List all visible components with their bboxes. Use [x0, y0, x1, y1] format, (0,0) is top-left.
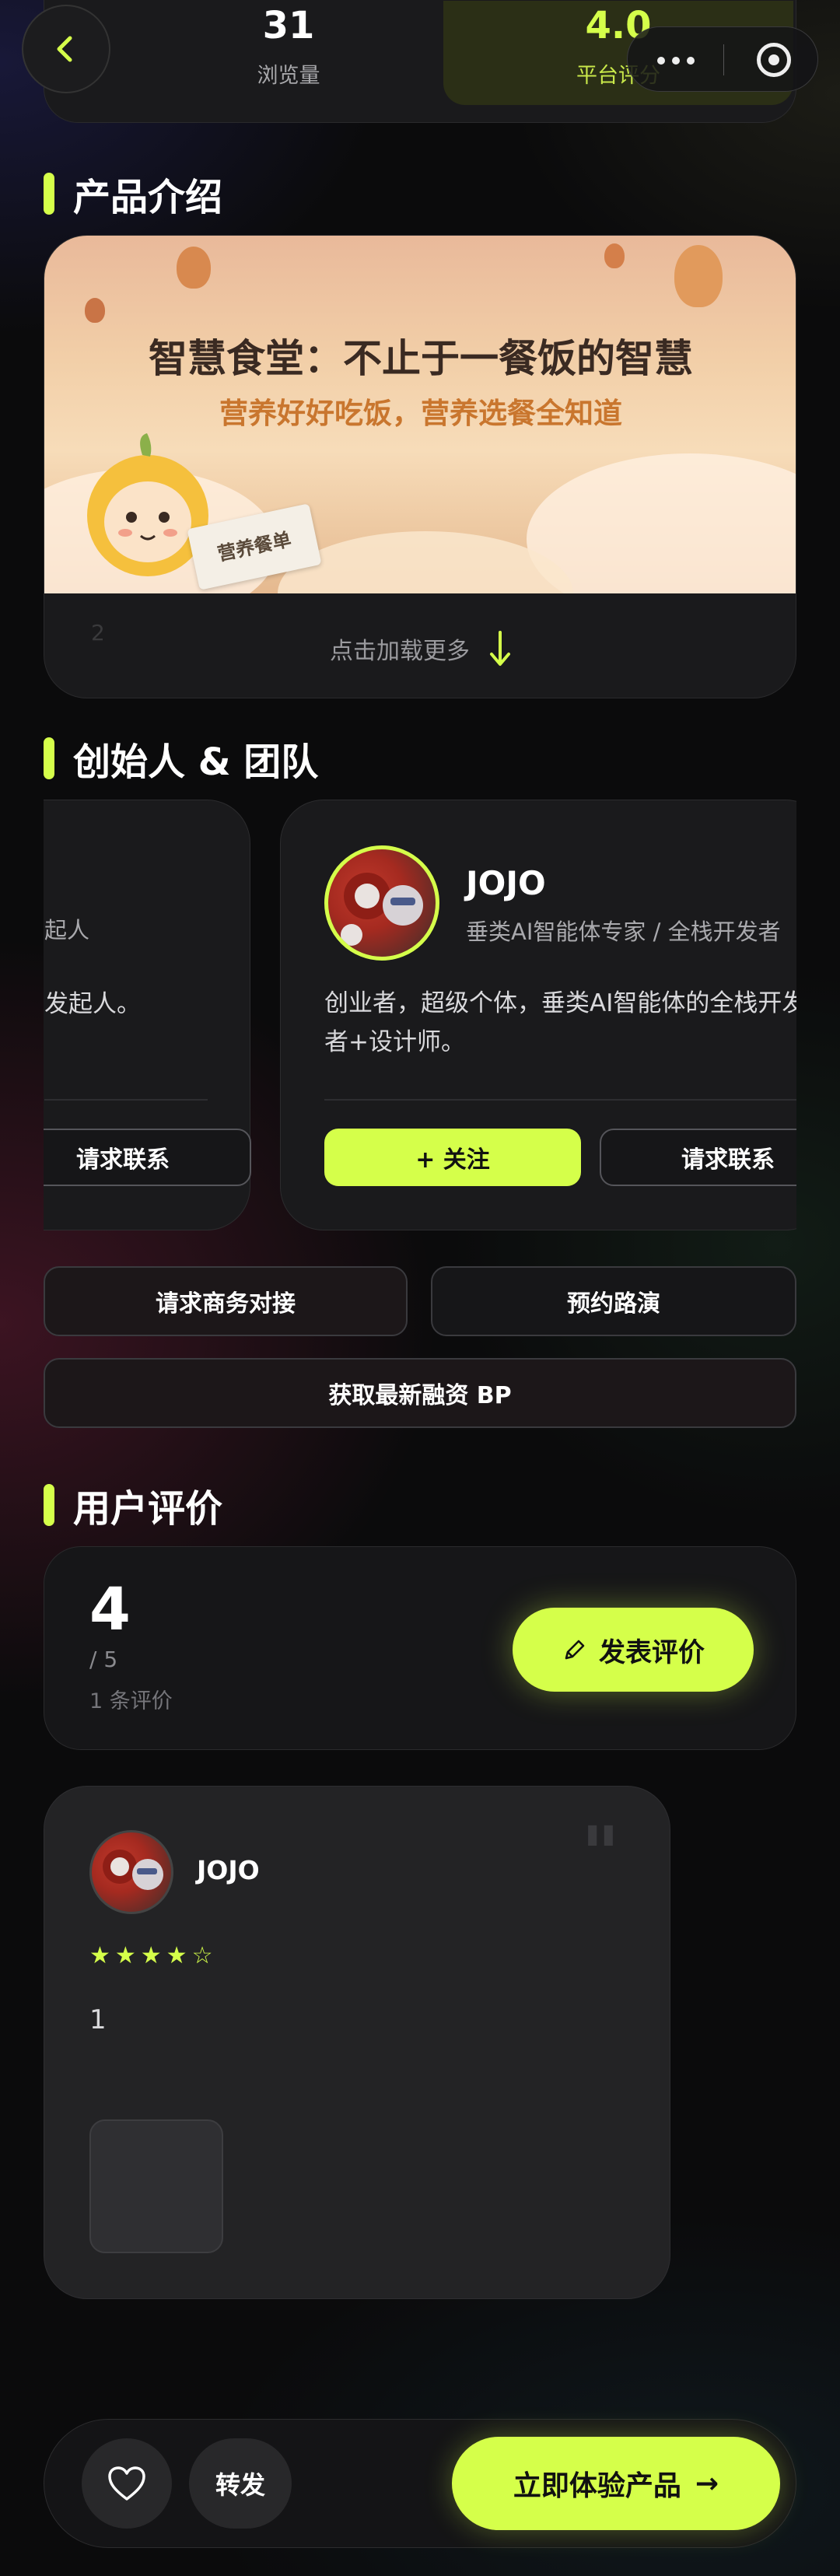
write-review-label: 发表评价 — [599, 1636, 705, 1668]
product-poster-image[interactable]: 智慧食堂：不止于一餐饭的智慧 营养好好吃饭，营养选餐全知道 营养餐单 — [44, 236, 796, 593]
review-stars: ★★★★☆ — [89, 1942, 218, 1969]
write-review-button[interactable]: 发表评价 — [513, 1608, 754, 1692]
member-bio: 发起人。 — [44, 990, 141, 1018]
section-accent-bar — [44, 173, 54, 215]
product-intro-card: 智慧食堂：不止于一餐饭的智慧 营养好好吃饭，营养选餐全知道 营养餐单 2 点击加… — [44, 235, 796, 698]
request-contact-button[interactable]: 请求联系 — [44, 1129, 251, 1186]
bottom-action-bar: 转发 立即体验产品 → — [44, 2419, 796, 2548]
member-name: JOJO — [466, 864, 546, 902]
poster-subtitle: 营养好好吃饭，营养选餐全知道 — [219, 397, 622, 430]
review-card: " JOJO ★★★★☆ 1 — [44, 1786, 670, 2299]
heart-icon — [108, 2466, 145, 2501]
try-product-button[interactable]: 立即体验产品 → — [452, 2437, 780, 2530]
member-divider — [44, 1099, 208, 1101]
reviewer-name: JOJO — [197, 1855, 260, 1885]
section-title-product: 产品介绍 — [73, 176, 223, 219]
views-label: 浏览量 — [257, 64, 320, 88]
request-business-button[interactable]: 请求商务对接 — [44, 1266, 408, 1336]
section-title-reviews: 用户评价 — [73, 1487, 223, 1531]
avatar-illustration — [103, 1850, 163, 1890]
poster-title: 智慧食堂：不止于一餐饭的智慧 — [149, 336, 693, 381]
miniprogram-capsule — [627, 26, 818, 92]
book-roadshow-button[interactable]: 预约路演 — [431, 1266, 796, 1336]
request-contact-button[interactable]: 请求联系 — [600, 1129, 796, 1186]
load-more-label: 点击加载更多 — [330, 638, 470, 665]
avatar — [324, 845, 439, 961]
team-carousel[interactable]: 起人 发起人。 请求联系 JOJO 垂类AI智能体专家 / 全栈开发者 创业者，… — [44, 800, 796, 1230]
follow-button[interactable]: + 关注 — [324, 1129, 581, 1186]
team-member-card[interactable]: 起人 发起人。 请求联系 — [44, 800, 251, 1230]
quote-icon: " — [581, 1810, 621, 1898]
poster-badge-text: 营养餐单 — [215, 528, 293, 565]
review-count: 1 条评价 — [89, 1689, 173, 1713]
get-bp-button[interactable]: 获取最新融资 BP — [44, 1358, 796, 1428]
close-target-icon[interactable] — [757, 43, 791, 77]
avatar — [89, 1830, 173, 1914]
section-accent-bar — [44, 737, 54, 779]
arrow-right-icon: → — [695, 2467, 719, 2500]
back-button[interactable] — [22, 5, 110, 93]
share-button[interactable]: 转发 — [189, 2438, 292, 2529]
arrow-down-icon — [490, 631, 510, 666]
views-stat: 31 浏览量 — [172, 1, 405, 89]
load-more-button[interactable]: 点击加载更多 — [44, 629, 796, 668]
rating-max: / 5 — [89, 1647, 118, 1672]
member-title: 起人 — [44, 917, 90, 943]
review-text: 1 — [89, 2004, 107, 2035]
chevron-left-icon — [57, 36, 72, 62]
team-member-card[interactable]: JOJO 垂类AI智能体专家 / 全栈开发者 创业者，超级个体，垂类AI智能体的… — [280, 800, 796, 1230]
review-image-thumbnail[interactable] — [89, 2119, 223, 2253]
rating-summary-card: 4 / 5 1 条评价 发表评价 — [44, 1546, 796, 1750]
try-product-label: 立即体验产品 — [513, 2470, 681, 2502]
pencil-icon — [565, 1640, 585, 1660]
like-button[interactable] — [82, 2438, 172, 2529]
member-title: 垂类AI智能体专家 / 全栈开发者 — [466, 919, 781, 945]
section-reviews: 用户评价 — [44, 1478, 222, 1532]
section-title-team: 创始人 & 团队 — [73, 740, 319, 784]
section-product-intro: 产品介绍 — [44, 166, 222, 221]
section-accent-bar — [44, 1484, 54, 1526]
rating-score: 4 — [89, 1574, 131, 1643]
member-bio: 创业者，超级个体，垂类AI智能体的全栈开发者+设计师。 — [324, 989, 796, 1056]
avatar-illustration — [341, 873, 423, 946]
member-divider — [324, 1099, 796, 1101]
section-team: 创始人 & 团队 — [44, 731, 318, 786]
views-count: 31 — [262, 4, 315, 47]
more-icon[interactable] — [657, 57, 695, 65]
